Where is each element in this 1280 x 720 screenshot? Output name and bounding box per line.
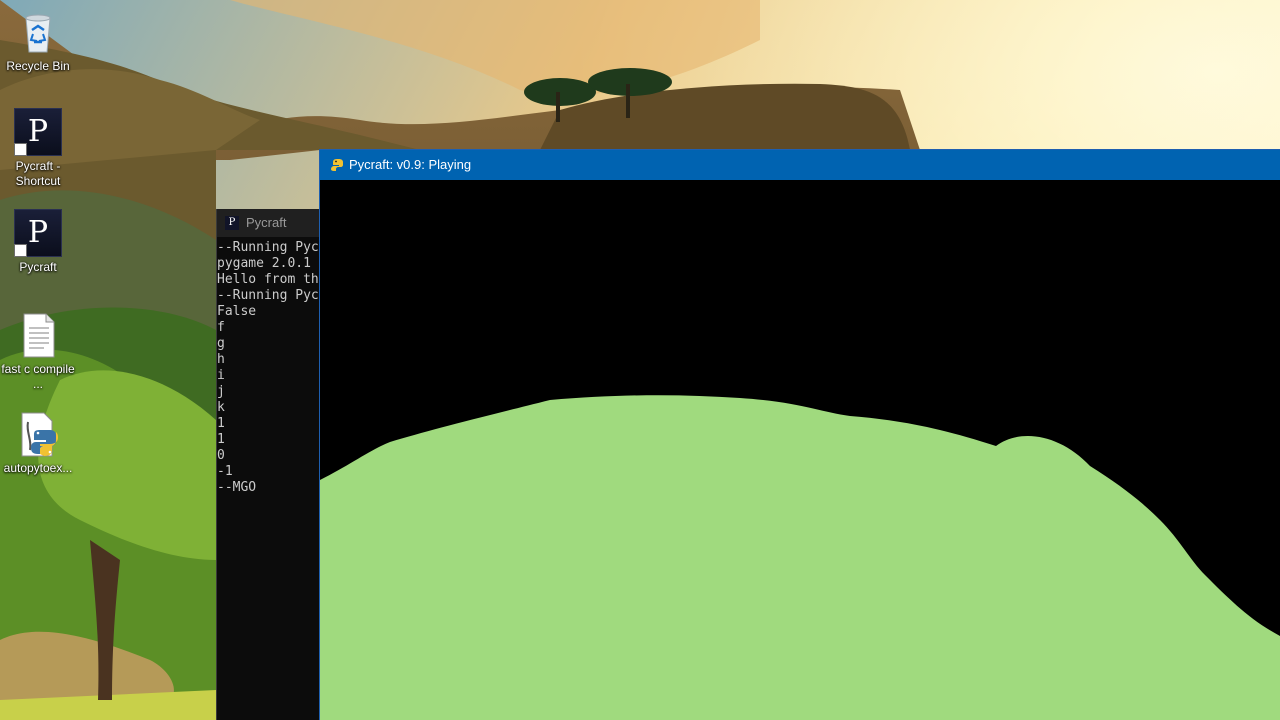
desktop: Recycle Bin P Pycraft - Shortcut P Pycra… bbox=[0, 0, 1280, 720]
desktop-icon-label: fast c compile ... bbox=[1, 362, 75, 391]
game-viewport[interactable] bbox=[320, 180, 1280, 720]
desktop-icon-label: Pycraft bbox=[19, 260, 57, 274]
game-titlebar[interactable]: Pycraft: v0.9: Playing bbox=[320, 150, 1280, 180]
desktop-icon-pycraft[interactable]: P Pycraft bbox=[0, 209, 76, 275]
desktop-icon-label: Recycle Bin bbox=[6, 59, 70, 73]
game-window[interactable]: Pycraft: v0.9: Playing bbox=[319, 149, 1280, 720]
desktop-icon-recycle-bin[interactable]: Recycle Bin bbox=[0, 8, 76, 74]
console-titlebar[interactable]: P Pycraft bbox=[217, 209, 327, 237]
console-window[interactable]: P Pycraft --Running Pyc pygame 2.0.1 Hel… bbox=[216, 209, 327, 720]
recycle-bin-icon bbox=[14, 8, 62, 56]
pycraft-icon: P bbox=[14, 209, 62, 257]
pygame-snake-icon bbox=[331, 159, 343, 171]
desktop-icon-autopytoexe[interactable]: autopytoex... bbox=[0, 410, 76, 476]
desktop-icon-label: autopytoex... bbox=[3, 461, 73, 475]
shortcut-arrow-icon bbox=[14, 244, 27, 257]
pycraft-icon: P bbox=[14, 108, 62, 156]
python-file-icon bbox=[14, 410, 62, 458]
desktop-icon-pycraft-shortcut[interactable]: P Pycraft - Shortcut bbox=[0, 108, 76, 189]
pycraft-icon: P bbox=[225, 216, 239, 230]
game-window-title: Pycraft: v0.9: Playing bbox=[349, 157, 472, 172]
desktop-icon-fast-c-compile[interactable]: fast c compile ... bbox=[0, 311, 76, 392]
desktop-icon-label: Pycraft - Shortcut bbox=[15, 159, 61, 188]
console-output[interactable]: --Running Pyc pygame 2.0.1 Hello from th… bbox=[217, 240, 327, 496]
console-title: Pycraft bbox=[246, 215, 287, 230]
shortcut-arrow-icon bbox=[14, 143, 27, 156]
text-file-icon bbox=[14, 311, 62, 359]
